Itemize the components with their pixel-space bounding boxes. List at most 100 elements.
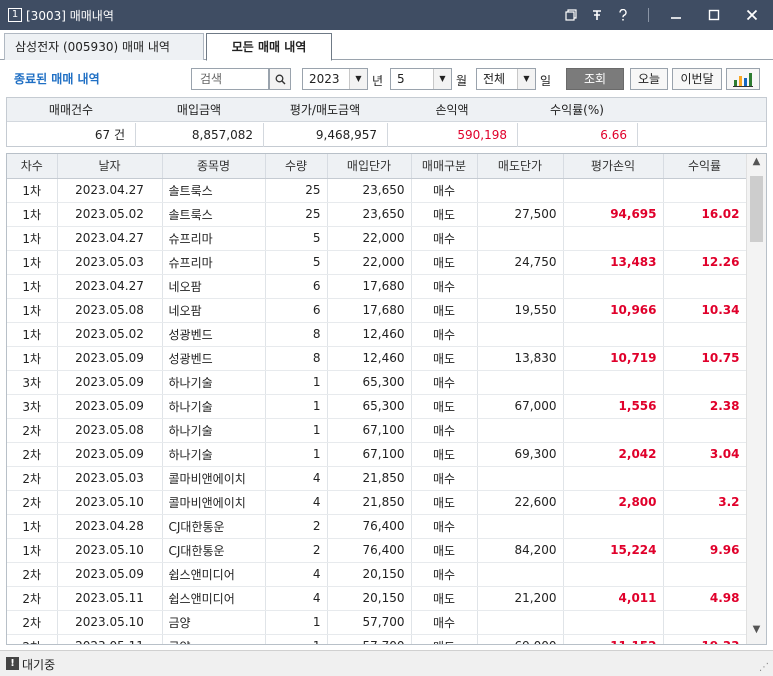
cell-round: 2차 bbox=[7, 418, 58, 443]
table-row[interactable]: 1차 2023.04.27 슈프리마 5 22,000 매수 bbox=[7, 226, 747, 251]
resize-grip-icon[interactable]: ⋰ bbox=[759, 662, 769, 673]
pin-icon[interactable] bbox=[586, 4, 608, 26]
scrollbar-thumb[interactable] bbox=[750, 176, 763, 242]
close-icon[interactable] bbox=[735, 4, 769, 26]
cell-sell-price: 19,550 bbox=[477, 298, 564, 323]
chart-icon[interactable] bbox=[726, 68, 760, 90]
cell-trade-type: 매수 bbox=[411, 610, 478, 635]
table-row[interactable]: 2차 2023.05.11 쉽스앤미디어 4 20,150 매도 21,200 4,011 4.… bbox=[7, 586, 747, 611]
table-row[interactable]: 2차 2023.05.03 콜마비앤에이치 4 21,850 매수 bbox=[7, 466, 747, 491]
status-text: 대기중 bbox=[22, 658, 56, 672]
summary-header-count: 매매건수 bbox=[48, 103, 94, 117]
this-month-button[interactable]: 이번달 bbox=[672, 68, 722, 90]
table-row[interactable]: 2차2023.05.11금양157,700매도69,00011,15219.33 bbox=[7, 634, 747, 644]
cell-round: 2차 bbox=[7, 610, 58, 635]
column-header-sell-price[interactable]: 매도단가 bbox=[477, 154, 564, 179]
table-row[interactable]: 2차 2023.05.08 하나기술 1 67,100 매수 bbox=[7, 418, 747, 443]
table-row[interactable]: 1차 2023.05.02 솔트룩스 25 23,650 매도 27,500 94,695 16… bbox=[7, 202, 747, 227]
table-row[interactable]: 1차 2023.04.27 솔트룩스 25 23,650 매수 bbox=[7, 178, 747, 203]
cell-return-rate: 19.33 bbox=[663, 634, 747, 644]
cell-round: 1차 bbox=[7, 202, 58, 227]
tab-samsung-trades[interactable]: 삼성전자 (005930) 매매 내역 bbox=[4, 33, 204, 60]
cell-buy-price: 65,300 bbox=[327, 370, 412, 395]
table-row[interactable]: 1차 2023.05.03 슈프리마 5 22,000 매도 24,750 13,483 12.… bbox=[7, 250, 747, 275]
cell-eval-profit: 13,483 bbox=[563, 250, 664, 275]
table-row[interactable]: 1차 2023.05.09 성광벤드 8 12,460 매도 13,830 10,719 10.… bbox=[7, 346, 747, 371]
cell-date: 2023.04.27 bbox=[57, 226, 163, 251]
table-row[interactable]: 2차 2023.05.10 콜마비앤에이치 4 21,850 매도 22,600 2,800 3… bbox=[7, 490, 747, 515]
cell-round: 1차 bbox=[7, 538, 58, 563]
day-select[interactable]: 전체 ▼ bbox=[476, 68, 536, 90]
vertical-scrollbar[interactable]: ▲ ▼ bbox=[746, 154, 766, 644]
table-row[interactable]: 2차 2023.05.09 하나기술 1 67,100 매도 69,300 2,042 3.04 bbox=[7, 442, 747, 467]
cell-trade-type: 매도 bbox=[411, 442, 478, 467]
cell-return-rate: 3.2 bbox=[663, 490, 747, 515]
table-row[interactable]: 2차 2023.05.09 쉽스앤미디어 4 20,150 매수 bbox=[7, 562, 747, 587]
cell-stock-name: 하나기술 bbox=[162, 442, 266, 467]
cell-round: 1차 bbox=[7, 514, 58, 539]
year-select[interactable]: 2023 ▼ bbox=[302, 68, 368, 90]
cell-sell-price: 13,830 bbox=[477, 346, 564, 371]
cell-date: 2023.05.09 bbox=[57, 346, 163, 371]
table-row[interactable]: 1차 2023.05.10 CJ대한통운 2 76,400 매도 84,200 15,224 9… bbox=[7, 538, 747, 563]
cell-stock-name: 금양 bbox=[162, 610, 266, 635]
column-header-date[interactable]: 날자 bbox=[57, 154, 163, 179]
table-row[interactable]: 1차 2023.04.28 CJ대한통운 2 76,400 매수 bbox=[7, 514, 747, 539]
cell-eval-profit: 10,966 bbox=[563, 298, 664, 323]
cell-trade-type: 매수 bbox=[411, 322, 478, 347]
month-select[interactable]: 5 ▼ bbox=[390, 68, 452, 90]
table-row[interactable]: 2차 2023.05.10 금양 1 57,700 매수 bbox=[7, 610, 747, 635]
cell-trade-type: 매도 bbox=[411, 586, 478, 611]
month-value: 5 bbox=[397, 72, 405, 86]
column-header-trade-type[interactable]: 매매구분 bbox=[411, 154, 478, 179]
column-header-return-rate[interactable]: 수익률 bbox=[663, 154, 747, 179]
cell-return-rate bbox=[663, 322, 747, 347]
help-icon[interactable] bbox=[612, 4, 634, 26]
table-row[interactable]: 1차 2023.04.27 네오팜 6 17,680 매수 bbox=[7, 274, 747, 299]
cell-quantity: 6 bbox=[265, 274, 328, 299]
cell-trade-type: 매수 bbox=[411, 418, 478, 443]
cell-date: 2023.05.08 bbox=[57, 418, 163, 443]
summary-buy-amount: 8,857,082 bbox=[191, 128, 253, 142]
cell-stock-name: CJ대한통운 bbox=[162, 514, 266, 539]
column-header-stock-name[interactable]: 종목명 bbox=[162, 154, 266, 179]
cell-quantity: 4 bbox=[265, 490, 328, 515]
today-button[interactable]: 오늘 bbox=[630, 68, 668, 90]
minimize-icon[interactable] bbox=[659, 4, 693, 26]
scroll-up-icon[interactable]: ▲ bbox=[747, 156, 766, 172]
column-header-buy-price[interactable]: 매입단가 bbox=[327, 154, 412, 179]
table-row[interactable]: 1차 2023.05.02 성광벤드 8 12,460 매수 bbox=[7, 322, 747, 347]
cell-trade-type: 매수 bbox=[411, 514, 478, 539]
summary-header-return: 수익률(%) bbox=[550, 103, 604, 117]
cell-date: 2023.05.08 bbox=[57, 298, 163, 323]
cell-sell-price bbox=[477, 514, 564, 539]
summary-header: 매매건수 매입금액 평가/매도금액 손익액 수익률(%) bbox=[7, 98, 766, 122]
cell-quantity: 8 bbox=[265, 322, 328, 347]
table-row[interactable]: 1차 2023.05.08 네오팜 6 17,680 매도 19,550 10,966 10.3… bbox=[7, 298, 747, 323]
summary-header-profit: 손익액 bbox=[435, 103, 469, 117]
cell-date: 2023.04.28 bbox=[57, 514, 163, 539]
cell-sell-price: 69,300 bbox=[477, 442, 564, 467]
maximize-icon[interactable] bbox=[697, 4, 731, 26]
search-button[interactable]: 조회 bbox=[566, 68, 624, 90]
restore-window-icon[interactable] bbox=[560, 4, 582, 26]
column-header-quantity[interactable]: 수량 bbox=[265, 154, 328, 179]
cell-stock-name: 하나기술 bbox=[162, 370, 266, 395]
cell-trade-type: 매수 bbox=[411, 370, 478, 395]
cell-return-rate bbox=[663, 274, 747, 299]
cell-eval-profit: 2,042 bbox=[563, 442, 664, 467]
cell-return-rate bbox=[663, 226, 747, 251]
cell-date: 2023.05.09 bbox=[57, 442, 163, 467]
cell-date: 2023.05.03 bbox=[57, 466, 163, 491]
chevron-down-icon: ▼ bbox=[349, 69, 367, 89]
scroll-down-icon[interactable]: ▼ bbox=[747, 624, 766, 640]
search-icon[interactable] bbox=[269, 68, 291, 90]
table-row[interactable]: 3차 2023.05.09 하나기술 1 65,300 매도 67,000 1,556 2.38 bbox=[7, 394, 747, 419]
column-header-eval-profit[interactable]: 평가손익 bbox=[563, 154, 664, 179]
table-row[interactable]: 3차 2023.05.09 하나기술 1 65,300 매수 bbox=[7, 370, 747, 395]
cell-quantity: 5 bbox=[265, 226, 328, 251]
column-header-round[interactable]: 차수 bbox=[7, 154, 58, 179]
cell-eval-profit: 2,800 bbox=[563, 490, 664, 515]
search-input[interactable]: 검색 bbox=[191, 68, 269, 90]
tab-all-trades[interactable]: 모든 매매 내역 bbox=[206, 33, 332, 61]
